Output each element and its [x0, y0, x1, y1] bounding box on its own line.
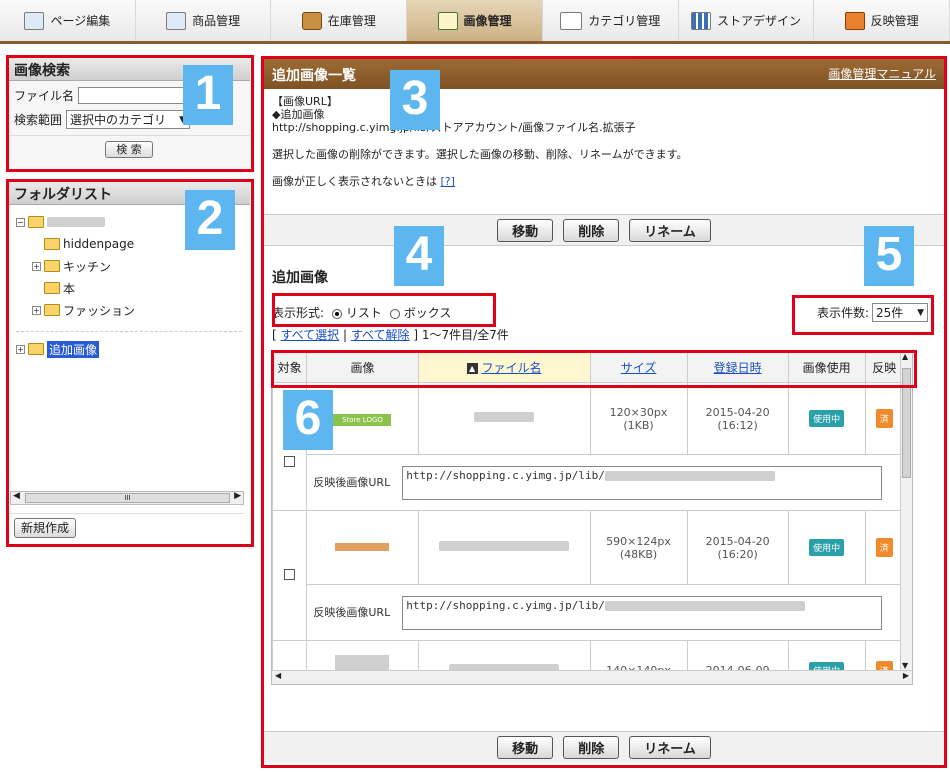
- tab-label: 反映管理: [870, 14, 919, 28]
- marker-6: 6: [283, 390, 333, 450]
- highlight-frame-3: [261, 56, 947, 768]
- marker-3: 3: [390, 70, 440, 130]
- page-edit-icon: [24, 11, 45, 30]
- product-icon: [166, 11, 187, 30]
- inventory-box-icon: [301, 11, 322, 30]
- tab-inventory[interactable]: 在庫管理: [271, 0, 408, 41]
- highlight-frame-4: [272, 293, 496, 327]
- tab-image[interactable]: 画像管理: [407, 0, 543, 41]
- highlight-frame-5: [792, 295, 934, 335]
- highlight-frame-6: [271, 350, 917, 388]
- tab-label: ページ編集: [50, 14, 111, 28]
- marker-2: 2: [185, 190, 235, 250]
- image-icon: [437, 11, 458, 30]
- marker-1: 1: [183, 65, 233, 125]
- tab-publish[interactable]: 反映管理: [814, 0, 950, 41]
- category-tree-icon: [560, 11, 583, 30]
- tab-store-design[interactable]: ストアデザイン: [678, 0, 815, 41]
- publish-icon: [844, 11, 865, 30]
- tab-product[interactable]: 商品管理: [135, 0, 272, 41]
- tab-label: ストアデザイン: [716, 14, 801, 28]
- marker-5: 5: [864, 226, 914, 286]
- top-tab-bar: ページ編集 商品管理 在庫管理 画像管理 カテゴリ管理 ストアデザイン 反映管理: [0, 0, 950, 44]
- marker-4: 4: [394, 226, 444, 286]
- tab-label: 商品管理: [192, 14, 241, 28]
- tab-label: カテゴリ管理: [588, 14, 661, 28]
- tab-page-edit[interactable]: ページ編集: [0, 0, 136, 41]
- tab-category[interactable]: カテゴリ管理: [542, 0, 679, 41]
- tab-label: 画像管理: [463, 14, 512, 28]
- store-design-icon: [690, 11, 711, 30]
- tab-label: 在庫管理: [327, 14, 376, 28]
